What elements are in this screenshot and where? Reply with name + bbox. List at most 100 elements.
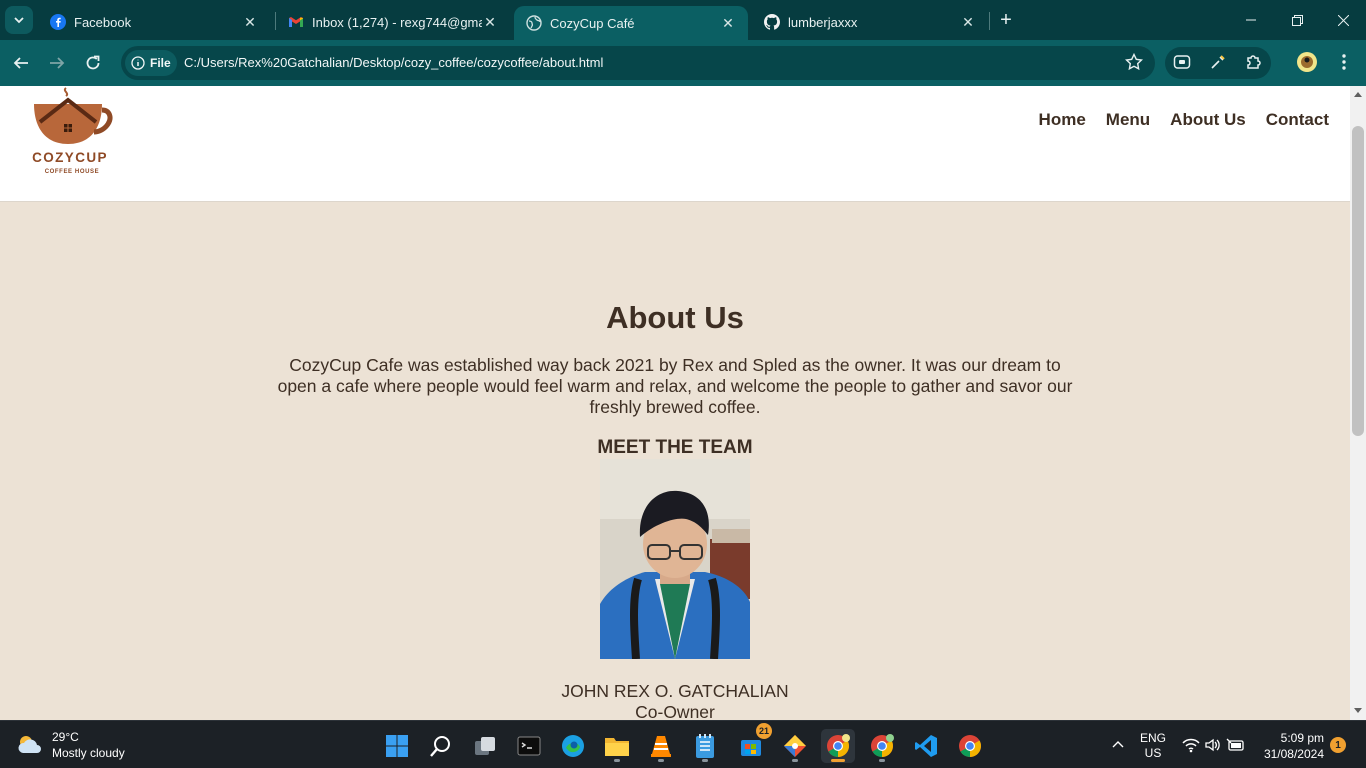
reload-button[interactable]	[80, 50, 106, 76]
taskbar-notepad[interactable]	[688, 729, 722, 763]
taskbar-store[interactable]: 21	[734, 723, 772, 763]
weather-temp: 29°C	[52, 730, 79, 744]
taskbar-chrome-active[interactable]	[821, 729, 855, 763]
taskbar-vscode[interactable]	[909, 729, 943, 763]
page-viewport: COZYCUP COFFEE HOUSE Home Menu About Us …	[0, 86, 1350, 720]
coffee-cup-logo-icon: COZYCUP COFFEE HOUSE	[32, 87, 113, 175]
restore-icon	[1291, 14, 1303, 26]
network-volume-battery[interactable]	[1182, 721, 1246, 768]
close-icon[interactable]: ✕	[242, 14, 258, 30]
taskbar-terminal[interactable]	[512, 729, 546, 763]
clock-date: 31/08/2024	[1263, 747, 1324, 761]
scroll-up-arrow[interactable]	[1354, 92, 1362, 97]
taskbar-chrome-profile[interactable]	[865, 729, 899, 763]
show-hidden-icons-button[interactable]	[1112, 721, 1124, 768]
nav-home-link[interactable]: Home	[1039, 110, 1086, 130]
vlc-icon	[651, 736, 671, 757]
page-title: About Us	[606, 300, 744, 335]
tab-github[interactable]: lumberjaxxx ✕	[752, 6, 988, 38]
windows-icon	[386, 735, 408, 757]
screen-capture-button[interactable]	[1170, 50, 1194, 74]
github-icon	[764, 14, 780, 30]
taskbar-vlc[interactable]	[644, 729, 678, 763]
logo-wordmark: COZYCUP	[32, 150, 108, 165]
browser-toolbar: File C:/Users/Rex%20Gatchalian/Desktop/c…	[0, 40, 1366, 86]
url-text[interactable]: C:/Users/Rex%20Gatchalian/Desktop/cozy_c…	[184, 55, 603, 70]
nav-about-link[interactable]: About Us	[1170, 110, 1246, 130]
language-indicator[interactable]: ENG US	[1138, 731, 1168, 761]
tab-separator	[989, 12, 990, 30]
taskbar-chrome[interactable]	[953, 729, 987, 763]
minimize-icon	[1246, 19, 1256, 21]
site-info-chip[interactable]: File	[125, 50, 177, 76]
new-tab-button[interactable]: +	[994, 8, 1018, 32]
logo-tagline: COFFEE HOUSE	[45, 169, 100, 175]
weather-widget[interactable]: 29°C Mostly cloudy	[16, 729, 125, 761]
eyedropper-button[interactable]	[1206, 50, 1230, 74]
nav-contact-link[interactable]: Contact	[1266, 110, 1329, 130]
globe-icon	[526, 15, 542, 31]
taskbar-git-app[interactable]	[778, 729, 812, 763]
chrome-icon	[871, 734, 894, 757]
chevron-down-icon	[14, 17, 24, 24]
profile-button[interactable]	[1295, 50, 1319, 74]
avatar	[1297, 52, 1317, 72]
extensions-button[interactable]	[1242, 50, 1266, 74]
running-indicator	[792, 759, 798, 762]
active-indicator	[831, 759, 845, 762]
about-description: CozyCup Cafe was established way back 20…	[277, 355, 1073, 417]
arrow-right-icon	[50, 57, 65, 69]
team-member-role: Co-Owner	[635, 702, 715, 720]
search-button[interactable]	[424, 729, 458, 763]
cloudy-weather-icon	[18, 736, 41, 753]
running-indicator	[658, 759, 664, 762]
start-button[interactable]	[380, 729, 414, 763]
team-heading: MEET THE TEAM	[597, 437, 753, 458]
back-button[interactable]	[8, 50, 34, 76]
address-bar[interactable]: File C:/Users/Rex%20Gatchalian/Desktop/c…	[121, 46, 1155, 80]
team-member-name: JOHN REX O. GATCHALIAN	[561, 681, 789, 701]
clock[interactable]: 5:09 pm 31/08/2024	[1256, 730, 1324, 762]
close-icon[interactable]: ✕	[720, 15, 736, 31]
nav-menu-link[interactable]: Menu	[1106, 110, 1150, 130]
cozycup-logo[interactable]: COZYCUP COFFEE HOUSE	[26, 86, 118, 178]
scrollbar-thumb[interactable]	[1352, 126, 1364, 436]
tab-strip: Facebook ✕ Inbox (1,274) - rexg744@gmail…	[0, 0, 1366, 40]
arrow-left-icon	[13, 57, 28, 69]
close-icon	[1337, 14, 1349, 26]
tab-cozycup[interactable]: CozyCup Café ✕	[514, 6, 748, 40]
taskbar: 29°C Mostly cloudy 21 ENG US 5:09 pm 31/…	[0, 720, 1366, 768]
wifi-icon	[1182, 738, 1200, 753]
site-chip-label: File	[150, 56, 171, 70]
tab-search-button[interactable]	[5, 6, 33, 34]
bookmark-star-button[interactable]	[1124, 52, 1144, 76]
forward-button[interactable]	[44, 50, 70, 76]
chrome-icon	[827, 734, 850, 757]
taskbar-edge[interactable]	[556, 729, 590, 763]
reload-icon	[86, 55, 100, 70]
notification-count-badge[interactable]: 1	[1330, 737, 1346, 753]
scroll-down-arrow[interactable]	[1354, 708, 1362, 713]
running-indicator	[614, 759, 620, 762]
weather-desc: Mostly cloudy	[52, 746, 125, 760]
tab-title: lumberjaxxx	[788, 14, 858, 30]
browser-menu-button[interactable]	[1332, 50, 1356, 74]
close-icon[interactable]: ✕	[482, 14, 498, 30]
taskbar-file-explorer[interactable]	[600, 729, 634, 763]
tab-facebook[interactable]: Facebook ✕	[38, 6, 270, 38]
page-scrollbar[interactable]	[1350, 86, 1366, 720]
clock-time: 5:09 pm	[1280, 731, 1324, 745]
terminal-icon	[517, 736, 541, 756]
chrome-icon	[959, 735, 981, 757]
close-icon[interactable]: ✕	[960, 14, 976, 30]
close-window-button[interactable]	[1320, 0, 1366, 40]
running-indicator	[702, 759, 708, 762]
task-view-button[interactable]	[468, 729, 502, 763]
tab-gmail[interactable]: Inbox (1,274) - rexg744@gmail. ✕	[276, 6, 510, 38]
tab-title: Inbox (1,274) - rexg744@gmail.	[312, 14, 482, 30]
minimize-button[interactable]	[1228, 0, 1274, 40]
search-icon	[430, 736, 450, 757]
restore-button[interactable]	[1274, 0, 1320, 40]
site-nav: Home Menu About Us Contact	[1039, 110, 1329, 130]
notification-badge: 21	[756, 723, 772, 739]
